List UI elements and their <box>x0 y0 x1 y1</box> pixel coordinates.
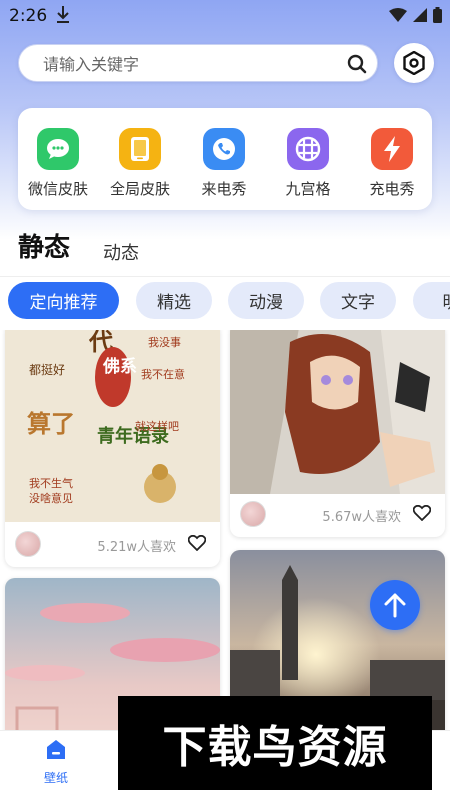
search-input[interactable] <box>43 52 323 76</box>
card-meta: 5.67w人喜欢 <box>230 493 445 537</box>
poster-big-text: 佛系 <box>102 356 137 377</box>
watermark-logo: 下载鸟资源 <box>118 696 432 790</box>
scroll-top-button[interactable] <box>370 580 420 630</box>
chip-anime[interactable]: 动漫 <box>228 282 304 319</box>
search-icon[interactable] <box>347 54 367 78</box>
heart-icon[interactable] <box>412 504 432 525</box>
feature-label: 微信皮肤 <box>27 180 88 198</box>
feature-label: 来电秀 <box>201 180 247 198</box>
nav-label: 壁纸 <box>43 771 68 785</box>
gear-icon <box>403 51 425 75</box>
svg-text:没啥意见: 没啥意见 <box>29 491 73 505</box>
wallpaper-card[interactable]: 5.67w人喜欢 <box>230 330 445 537</box>
feature-label: 九宫格 <box>285 180 331 198</box>
search-row <box>18 43 434 83</box>
wifi-icon <box>389 8 407 22</box>
svg-text:我不在意: 我不在意 <box>141 367 185 381</box>
divider <box>0 276 450 277</box>
download-icon <box>56 5 70 27</box>
feature-charge-show[interactable]: 充电秀 <box>352 128 432 199</box>
category-chips: 定向推荐 精选 动漫 文字 明 <box>0 282 450 320</box>
avatar[interactable] <box>240 501 266 527</box>
wallpaper-card[interactable]: 代 佛系 都挺好 算了 我没事 我不在意 青年语录 就这样吧 我不生气 没啥意见… <box>5 330 220 567</box>
arrow-up-icon <box>384 593 406 618</box>
search-bar[interactable] <box>18 44 378 82</box>
status-bar: 2:26 <box>0 0 450 32</box>
feature-call-show[interactable]: 来电秀 <box>184 128 264 199</box>
type-tabs: 静态 动态 <box>0 225 450 275</box>
feature-label: 全局皮肤 <box>109 180 170 198</box>
wallpaper-image: 代 佛系 都挺好 算了 我没事 我不在意 青年语录 就这样吧 我不生气 没啥意见 <box>5 330 220 522</box>
avatar[interactable] <box>15 531 41 557</box>
svg-text:我不生气: 我不生气 <box>29 476 73 490</box>
grid-icon <box>287 128 329 170</box>
skin-icon <box>119 128 161 170</box>
svg-text:就这样吧: 就这样吧 <box>135 419 179 433</box>
chip-text[interactable]: 文字 <box>320 282 396 319</box>
charge-icon <box>371 128 413 170</box>
chip-featured[interactable]: 精选 <box>136 282 212 319</box>
phone-icon <box>203 128 245 170</box>
svg-text:算了: 算了 <box>27 410 75 438</box>
signal-icon <box>413 8 427 22</box>
svg-text:都挺好: 都挺好 <box>29 362 65 377</box>
like-count: 5.21w人喜欢 <box>97 540 176 555</box>
tab-dynamic[interactable]: 动态 <box>103 239 139 265</box>
like-count: 5.67w人喜欢 <box>322 510 401 525</box>
feature-global-skin[interactable]: 全局皮肤 <box>100 128 180 199</box>
chip-more[interactable]: 明 <box>413 282 450 319</box>
svg-text:我没事: 我没事 <box>148 336 181 349</box>
wallpaper-feed: 代 佛系 都挺好 算了 我没事 我不在意 青年语录 就这样吧 我不生气 没啥意见… <box>0 330 450 730</box>
status-time: 2:26 <box>9 6 48 26</box>
wallpaper-home-icon <box>47 740 65 759</box>
chip-recommended[interactable]: 定向推荐 <box>8 282 119 319</box>
card-meta: 5.21w人喜欢 <box>5 523 220 567</box>
wallpaper-image <box>230 330 445 494</box>
feature-label: 充电秀 <box>369 180 415 198</box>
settings-button[interactable] <box>394 43 434 83</box>
feature-wechat-skin[interactable]: 微信皮肤 <box>18 128 98 199</box>
nav-wallpaper[interactable]: 壁纸 <box>34 739 78 786</box>
feature-nine-grid[interactable]: 九宫格 <box>268 128 348 199</box>
battery-icon <box>433 7 442 23</box>
feature-grid: 微信皮肤 全局皮肤 来电秀 九宫格 充电秀 <box>18 108 432 210</box>
heart-icon[interactable] <box>187 534 207 555</box>
wechat-icon <box>37 128 79 170</box>
tab-static[interactable]: 静态 <box>18 227 70 264</box>
